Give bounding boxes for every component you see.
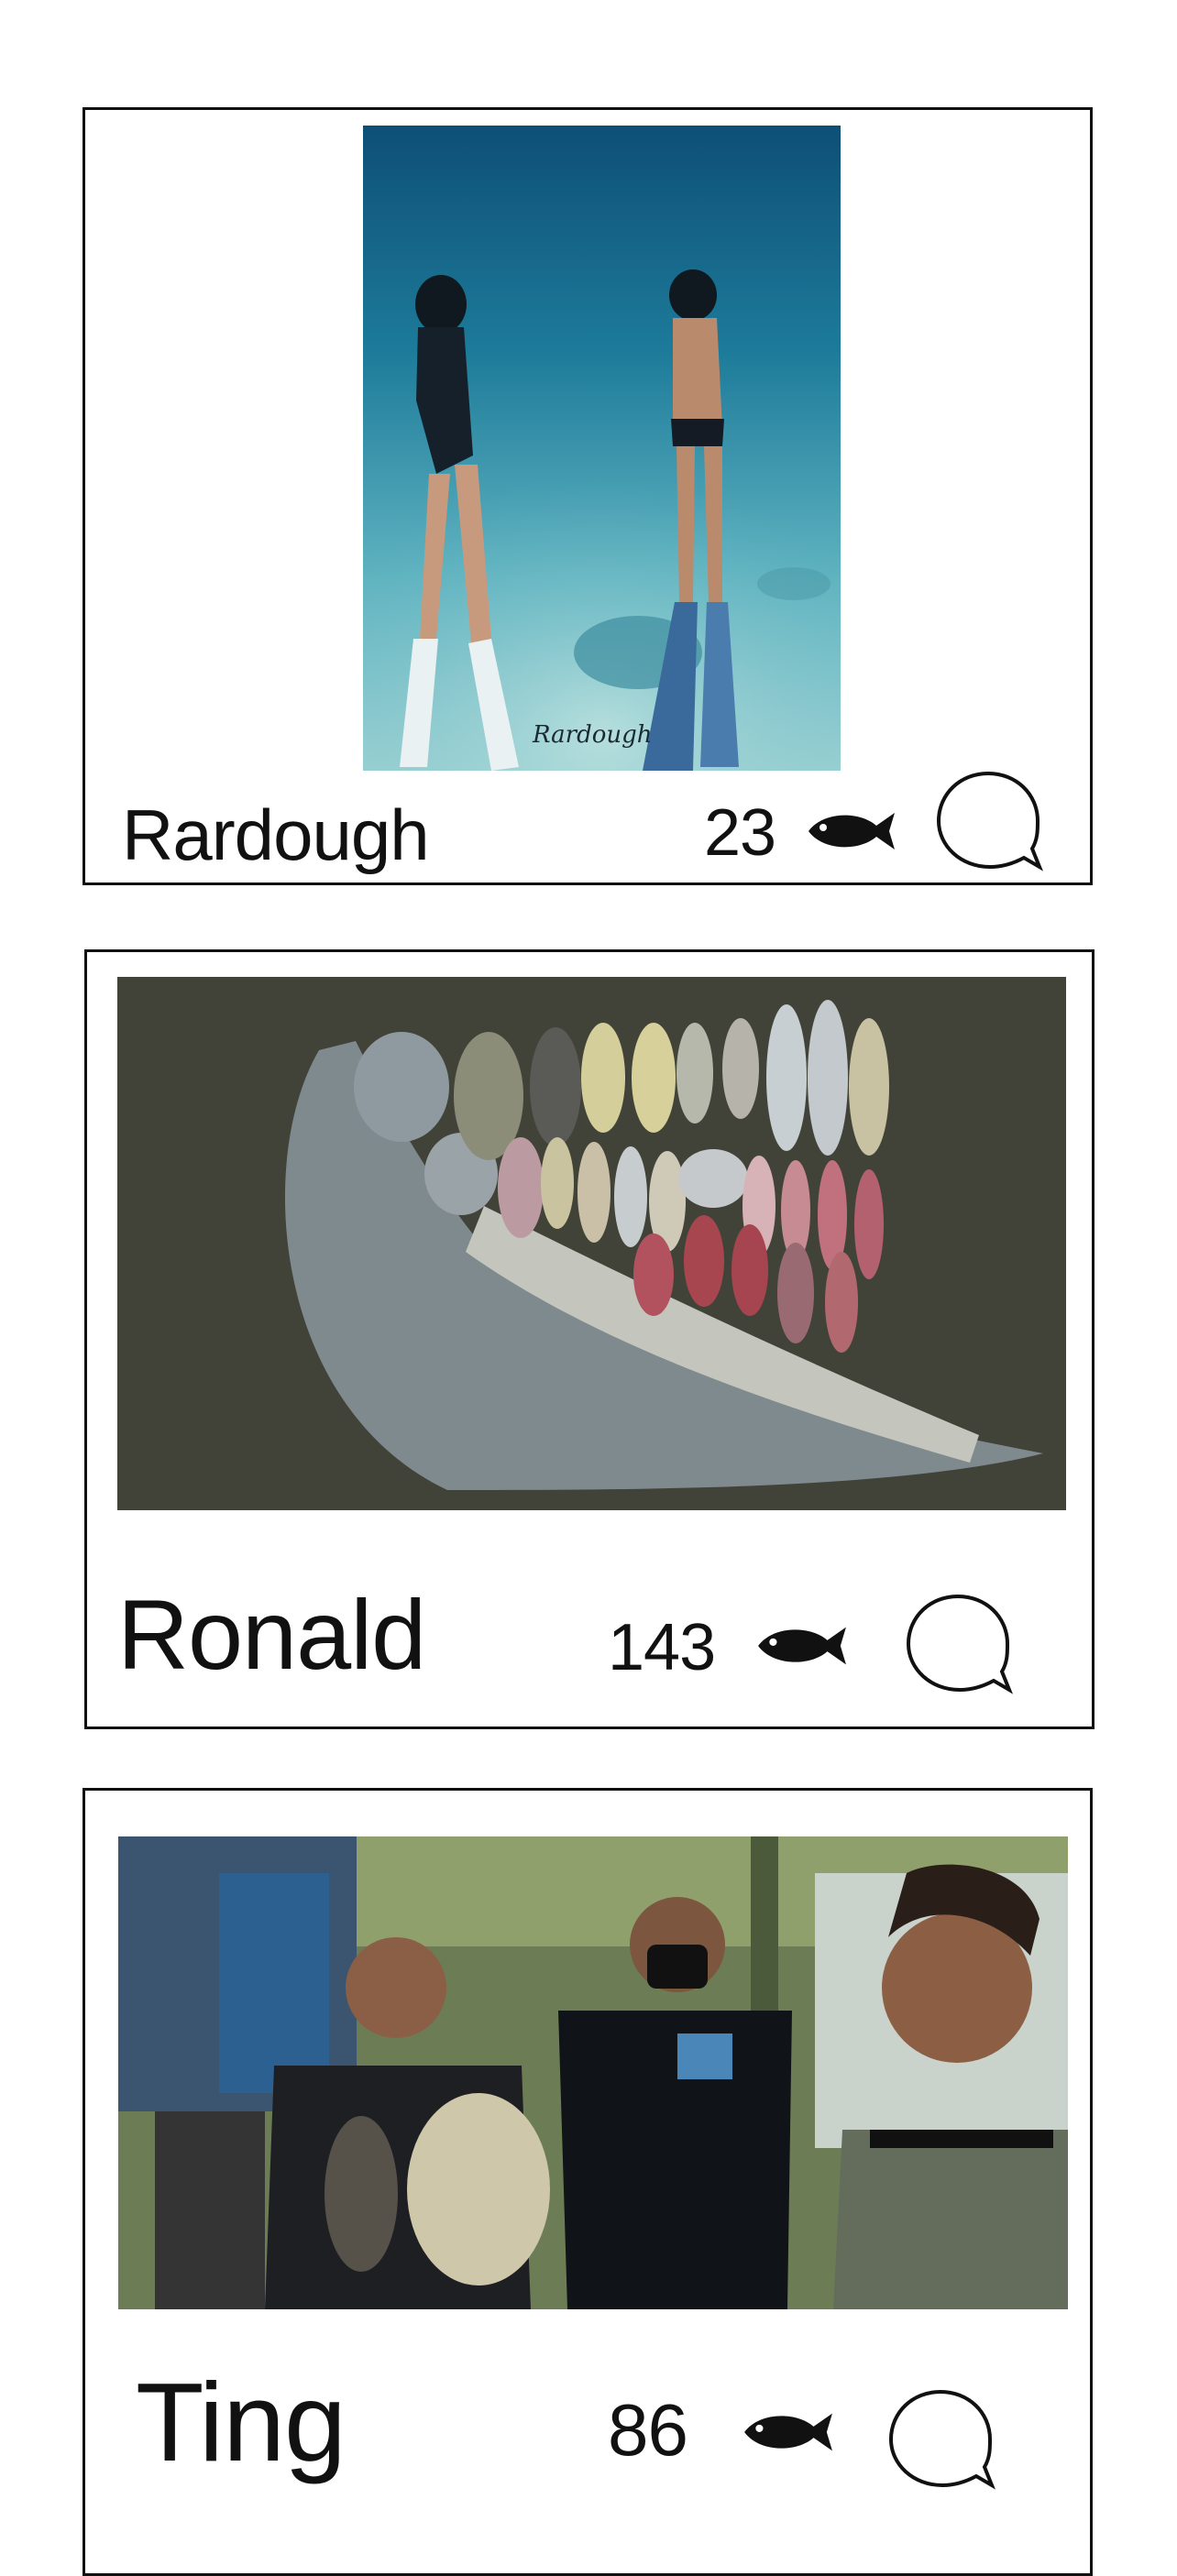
post-card-ronald[interactable]: Ronald 143 bbox=[84, 949, 1094, 1729]
post-card-ting[interactable]: Ting 86 bbox=[82, 1788, 1093, 2576]
post-photo[interactable]: Rardough bbox=[363, 126, 841, 771]
catch-count: 86 bbox=[608, 2389, 688, 2471]
post-username[interactable]: Ting bbox=[136, 2366, 346, 2478]
post-username[interactable]: Ronald bbox=[117, 1585, 426, 1684]
post-photo[interactable] bbox=[117, 977, 1066, 1510]
post-card-rardough[interactable]: Rardough Rardough 23 bbox=[82, 107, 1093, 885]
photo-watermark: Rardough bbox=[533, 721, 653, 749]
fish-icon bbox=[741, 2409, 834, 2455]
comment-icon[interactable] bbox=[886, 2386, 996, 2492]
fish-icon bbox=[805, 809, 896, 853]
comment-icon[interactable] bbox=[903, 1591, 1013, 1696]
post-photo[interactable] bbox=[118, 1836, 1068, 2309]
comment-icon[interactable] bbox=[933, 768, 1043, 873]
catch-count: 143 bbox=[608, 1611, 716, 1684]
catch-count: 23 bbox=[704, 796, 776, 870]
fish-icon bbox=[754, 1623, 848, 1669]
post-username[interactable]: Rardough bbox=[122, 799, 430, 871]
